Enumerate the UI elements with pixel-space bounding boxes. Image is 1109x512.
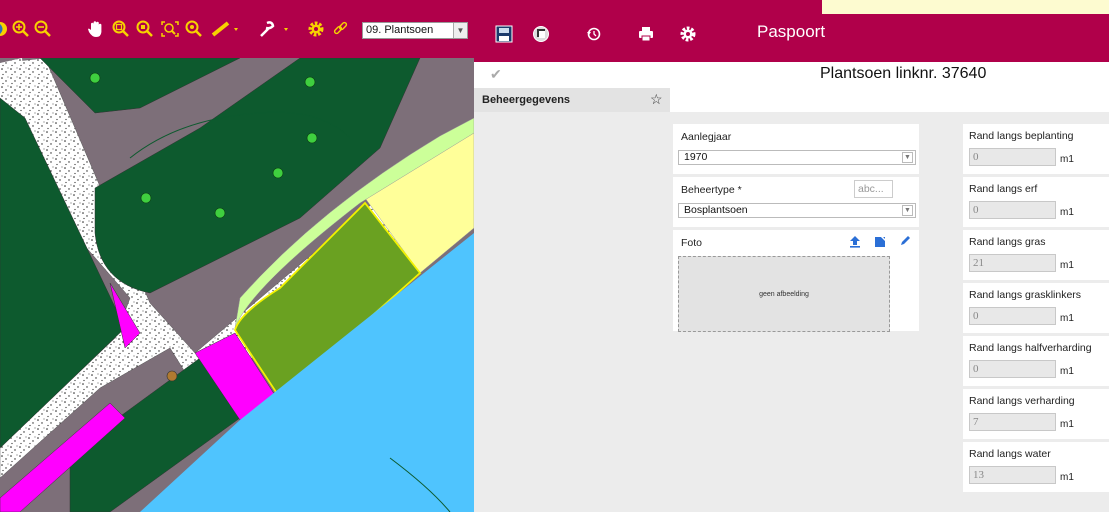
pan-hand-icon[interactable] — [86, 20, 106, 38]
save-icon[interactable] — [494, 24, 514, 44]
edge-value-input[interactable]: 0 — [969, 201, 1056, 219]
zoom-box-out-icon[interactable] — [136, 20, 154, 38]
tools-wrench-icon[interactable] — [258, 20, 292, 38]
beheertype-label: Beheertype * — [681, 184, 742, 196]
record-title-bar: ✔ Plantsoen linknr. 37640 — [474, 62, 1109, 88]
edge-label: Rand langs verharding — [969, 395, 1075, 407]
edge-value-input[interactable]: 0 — [969, 360, 1056, 378]
tab-beheergegevens[interactable]: Beheergegevens ☆ — [474, 88, 670, 112]
beheertype-select[interactable]: Bosplantsoen ▼ — [678, 203, 916, 218]
print-icon[interactable] — [636, 24, 656, 44]
aanlegjaar-value: 1970 — [684, 151, 708, 163]
pencil-icon[interactable] — [899, 234, 912, 250]
edge-value-input[interactable]: 21 — [969, 254, 1056, 272]
edge-field: Rand langs water 13 m1 — [963, 442, 1109, 492]
edge-label: Rand langs erf — [969, 183, 1038, 195]
measure-ruler-icon[interactable] — [210, 20, 240, 38]
edge-unit: m1 — [1060, 207, 1074, 218]
beheertype-filter-placeholder: abc... — [858, 183, 884, 195]
edge-field: Rand langs grasklinkers 0 m1 — [963, 283, 1109, 333]
field-foto: Foto geen afbeelding — [673, 230, 919, 332]
edge-label: Rand langs beplanting — [969, 130, 1074, 142]
chevron-down-icon[interactable]: ▼ — [902, 205, 913, 216]
zoom-out-icon[interactable] — [34, 20, 52, 38]
field-aanlegjaar: Aanlegjaar 1970 ▼ — [673, 124, 919, 174]
passport-title: Paspoort — [757, 22, 826, 41]
settings-gear-icon[interactable] — [307, 20, 325, 38]
edge-label: Rand langs water — [969, 448, 1051, 460]
zoom-box-in-icon[interactable] — [112, 20, 130, 38]
aanlegjaar-select[interactable]: 1970 ▼ — [678, 150, 916, 165]
edge-field: Rand langs halfverharding 0 m1 — [963, 336, 1109, 386]
zoom-extent-icon[interactable] — [160, 20, 180, 38]
link-icon[interactable] — [332, 20, 350, 38]
zoom-layer-icon[interactable] — [185, 20, 203, 38]
beheertype-filter-input[interactable]: abc... — [854, 180, 893, 198]
tab-strip — [670, 88, 1109, 112]
tab-label: Beheergegevens — [482, 94, 571, 106]
edge-label: Rand langs grasklinkers — [969, 289, 1082, 301]
globe-icon[interactable] — [0, 20, 8, 38]
layer-select-value: 09. Plantsoen — [366, 24, 434, 36]
history-icon[interactable] — [584, 24, 604, 44]
window-corner — [822, 0, 1109, 14]
edge-unit: m1 — [1060, 366, 1074, 377]
edge-value-input[interactable]: 0 — [969, 307, 1056, 325]
photo-placeholder[interactable]: geen afbeelding — [678, 256, 890, 332]
zoom-in-icon[interactable] — [12, 20, 30, 38]
map-toolbar: 09. Plantsoen ▼ — [0, 0, 474, 58]
edge-value-input[interactable]: 7 — [969, 413, 1056, 431]
edit-image-icon[interactable] — [874, 235, 887, 251]
edge-field: Rand langs erf 0 m1 — [963, 177, 1109, 227]
aanlegjaar-label: Aanlegjaar — [681, 131, 732, 143]
chevron-down-icon[interactable]: ▼ — [453, 23, 467, 38]
passport-settings-gear-icon[interactable] — [678, 24, 698, 44]
check-icon[interactable]: ✔ — [490, 66, 502, 83]
layer-select[interactable]: 09. Plantsoen ▼ — [362, 22, 468, 39]
edge-value-input[interactable]: 0 — [969, 148, 1056, 166]
beheertype-value: Bosplantsoen — [684, 204, 748, 216]
edge-unit: m1 — [1060, 260, 1074, 271]
upload-icon[interactable] — [849, 235, 861, 251]
chevron-down-icon[interactable]: ▼ — [902, 152, 913, 163]
edge-field: Rand langs gras 21 m1 — [963, 230, 1109, 280]
edge-unit: m1 — [1060, 313, 1074, 324]
edge-unit: m1 — [1060, 419, 1074, 430]
layers-icon[interactable] — [531, 24, 551, 44]
star-icon[interactable]: ☆ — [650, 91, 663, 108]
edge-unit: m1 — [1060, 154, 1074, 165]
record-title: Plantsoen linknr. 37640 — [820, 65, 987, 82]
edge-field: Rand langs verharding 7 m1 — [963, 389, 1109, 439]
edge-unit: m1 — [1060, 472, 1074, 483]
foto-label: Foto — [681, 237, 703, 249]
field-beheertype: Beheertype * abc... Bosplantsoen ▼ — [673, 177, 919, 227]
edge-label: Rand langs halfverharding — [969, 342, 1092, 354]
edge-label: Rand langs gras — [969, 236, 1046, 248]
edge-field: Rand langs beplanting 0 m1 — [963, 124, 1109, 174]
no-image-text: geen afbeelding — [759, 291, 809, 298]
map-canvas[interactable] — [0, 58, 474, 512]
edge-value-input[interactable]: 13 — [969, 466, 1056, 484]
